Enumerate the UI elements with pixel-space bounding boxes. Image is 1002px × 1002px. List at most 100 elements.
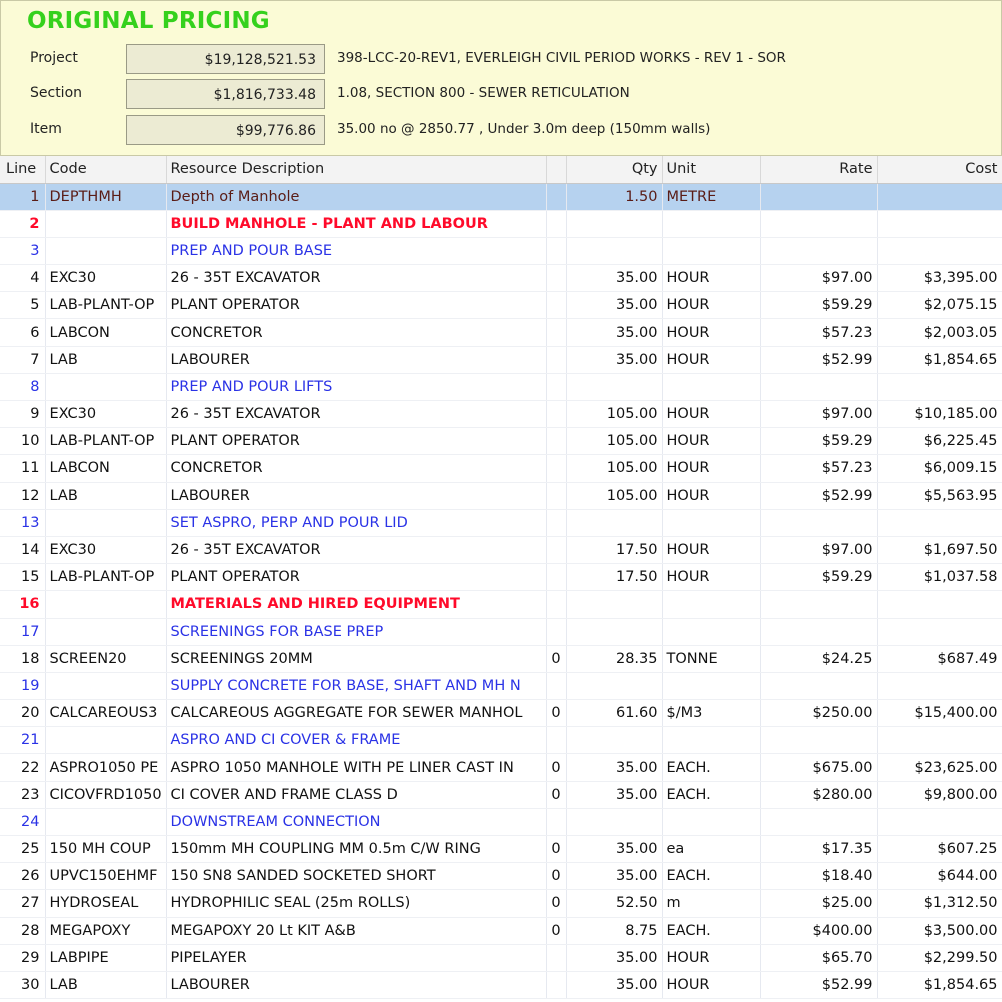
cell-rate[interactable]: $57.23 [760, 454, 878, 483]
cell-unit[interactable]: HOUR [662, 536, 761, 565]
cell-line[interactable]: 1 [0, 183, 46, 211]
cell-qty[interactable]: 28.35 [566, 645, 663, 673]
cell-description[interactable]: PLANT OPERATOR [166, 291, 547, 320]
table-row[interactable]: 20 CALCAREOUS3 CALCAREOUS AGGREGATE FOR SE… [0, 699, 1002, 728]
cell-code[interactable]: LAB-PLANT-OP [45, 563, 167, 592]
cell-code[interactable]: EXC30 [45, 400, 167, 429]
cell-description[interactable]: ASPRO AND CI COVER & FRAME [166, 726, 547, 755]
cell-flag[interactable] [546, 808, 567, 837]
table-row[interactable]: 18 SCREEN20 SCREENINGS 20MM 0 28.35 TONNE $24.… [0, 645, 1002, 673]
table-row[interactable]: 8 PREP AND POUR LIFTS [0, 373, 1002, 402]
cell-description[interactable]: SCREENINGS FOR BASE PREP [166, 618, 547, 646]
cell-unit[interactable]: HOUR [662, 318, 761, 347]
cell-cost[interactable] [877, 672, 1002, 701]
cell-qty[interactable] [566, 237, 663, 266]
cell-description[interactable]: DOWNSTREAM CONNECTION [166, 808, 547, 837]
cell-qty[interactable] [566, 672, 663, 701]
cell-rate[interactable] [760, 808, 878, 837]
cell-rate[interactable]: $250.00 [760, 699, 878, 728]
cell-qty[interactable]: 35.00 [566, 862, 663, 891]
cell-unit[interactable]: METRE [662, 183, 761, 211]
table-row[interactable]: 19 SUPPLY CONCRETE FOR BASE, SHAFT AND MH… [0, 672, 1002, 701]
cell-cost[interactable]: $1,854.65 [877, 971, 1002, 1000]
cell-unit[interactable]: HOUR [662, 346, 761, 374]
cell-code[interactable] [45, 672, 167, 701]
table-row[interactable]: 13 SET ASPRO, PERP AND POUR LID [0, 509, 1002, 537]
cell-unit[interactable] [662, 808, 761, 837]
cell-line[interactable]: 22 [0, 753, 46, 782]
cell-flag[interactable] [546, 944, 567, 972]
cell-description[interactable]: ASPRO 1050 MANHOLE WITH PE LINER CAST IN [166, 753, 547, 782]
cell-code[interactable] [45, 237, 167, 266]
cell-description[interactable]: 26 - 35T EXCAVATOR [166, 400, 547, 429]
cell-code[interactable] [45, 618, 167, 646]
cell-unit[interactable]: HOUR [662, 482, 761, 510]
cell-line[interactable]: 24 [0, 808, 46, 837]
cell-cost[interactable]: $2,003.05 [877, 318, 1002, 347]
cell-code[interactable]: EXC30 [45, 536, 167, 565]
cell-line[interactable]: 20 [0, 699, 46, 728]
cell-qty[interactable] [566, 210, 663, 238]
cell-code[interactable]: CALCAREOUS3 [45, 699, 167, 728]
cell-cost[interactable] [877, 509, 1002, 537]
cell-rate[interactable] [760, 373, 878, 402]
cell-rate[interactable] [760, 672, 878, 701]
cell-unit[interactable]: TONNE [662, 645, 761, 673]
cell-rate[interactable]: $17.35 [760, 835, 878, 864]
cell-qty[interactable] [566, 808, 663, 837]
cell-flag[interactable] [546, 590, 567, 619]
cell-description[interactable]: CI COVER AND FRAME CLASS D [166, 781, 547, 809]
cell-rate[interactable]: $52.99 [760, 346, 878, 374]
cell-qty[interactable]: 52.50 [566, 889, 663, 918]
table-row[interactable]: 24 DOWNSTREAM CONNECTION [0, 808, 1002, 837]
table-row[interactable]: 27 HYDROSEAL HYDROPHILIC SEAL (25m ROLLS) 0… [0, 889, 1002, 918]
cell-unit[interactable]: HOUR [662, 971, 761, 1000]
cell-rate[interactable]: $59.29 [760, 563, 878, 592]
cell-code[interactable]: DEPTHMH [45, 183, 167, 211]
cell-qty[interactable]: 17.50 [566, 536, 663, 565]
cell-cost[interactable] [877, 726, 1002, 755]
section-total-field[interactable]: $1,816,733.48 [126, 79, 325, 109]
cell-description[interactable]: 26 - 35T EXCAVATOR [166, 264, 547, 293]
cell-flag[interactable]: 0 [546, 699, 567, 728]
cell-cost[interactable]: $3,500.00 [877, 917, 1002, 945]
cell-flag[interactable] [546, 318, 567, 347]
cell-flag[interactable] [546, 618, 567, 646]
cell-rate[interactable] [760, 726, 878, 755]
table-row[interactable]: 21 ASPRO AND CI COVER & FRAME [0, 726, 1002, 755]
cell-line[interactable]: 9 [0, 400, 46, 429]
cell-line[interactable]: 21 [0, 726, 46, 755]
cell-description[interactable]: 150mm MH COUPLING MM 0.5m C/W RING [166, 835, 547, 864]
item-total-field[interactable]: $99,776.86 [126, 115, 325, 145]
cell-cost[interactable]: $687.49 [877, 645, 1002, 673]
cell-description[interactable]: LABOURER [166, 971, 547, 1000]
cell-cost[interactable] [877, 618, 1002, 646]
table-row[interactable]: 23 CICOVFRD1050 CI COVER AND FRAME CLASS D… [0, 781, 1002, 809]
cell-qty[interactable] [566, 590, 663, 619]
cell-line[interactable]: 30 [0, 971, 46, 1000]
cell-flag[interactable] [546, 482, 567, 510]
cell-flag[interactable] [546, 400, 567, 429]
cell-line[interactable]: 15 [0, 563, 46, 592]
cell-rate[interactable]: $280.00 [760, 781, 878, 809]
cell-cost[interactable] [877, 808, 1002, 837]
cell-description[interactable]: SCREENINGS 20MM [166, 645, 547, 673]
cell-line[interactable]: 26 [0, 862, 46, 891]
cell-flag[interactable]: 0 [546, 645, 567, 673]
cell-rate[interactable]: $59.29 [760, 427, 878, 456]
cell-description[interactable]: PREP AND POUR LIFTS [166, 373, 547, 402]
cell-unit[interactable]: EACH. [662, 862, 761, 891]
cell-qty[interactable]: 35.00 [566, 781, 663, 809]
cell-line[interactable]: 17 [0, 618, 46, 646]
cell-qty[interactable] [566, 373, 663, 402]
table-row[interactable]: 26 UPVC150EHMF 150 SN8 SANDED SOCKETED SHO… [0, 862, 1002, 891]
table-row[interactable]: 15 LAB-PLANT-OP PLANT OPERATOR 17.50 HOUR $59… [0, 563, 1002, 592]
cell-flag[interactable]: 0 [546, 753, 567, 782]
table-row[interactable]: 16 MATERIALS AND HIRED EQUIPMENT [0, 590, 1002, 619]
cell-line[interactable]: 10 [0, 427, 46, 456]
cell-code[interactable]: SCREEN20 [45, 645, 167, 673]
cell-qty[interactable]: 35.00 [566, 753, 663, 782]
cell-flag[interactable] [546, 210, 567, 238]
cell-cost[interactable] [877, 237, 1002, 266]
cell-qty[interactable]: 8.75 [566, 917, 663, 945]
